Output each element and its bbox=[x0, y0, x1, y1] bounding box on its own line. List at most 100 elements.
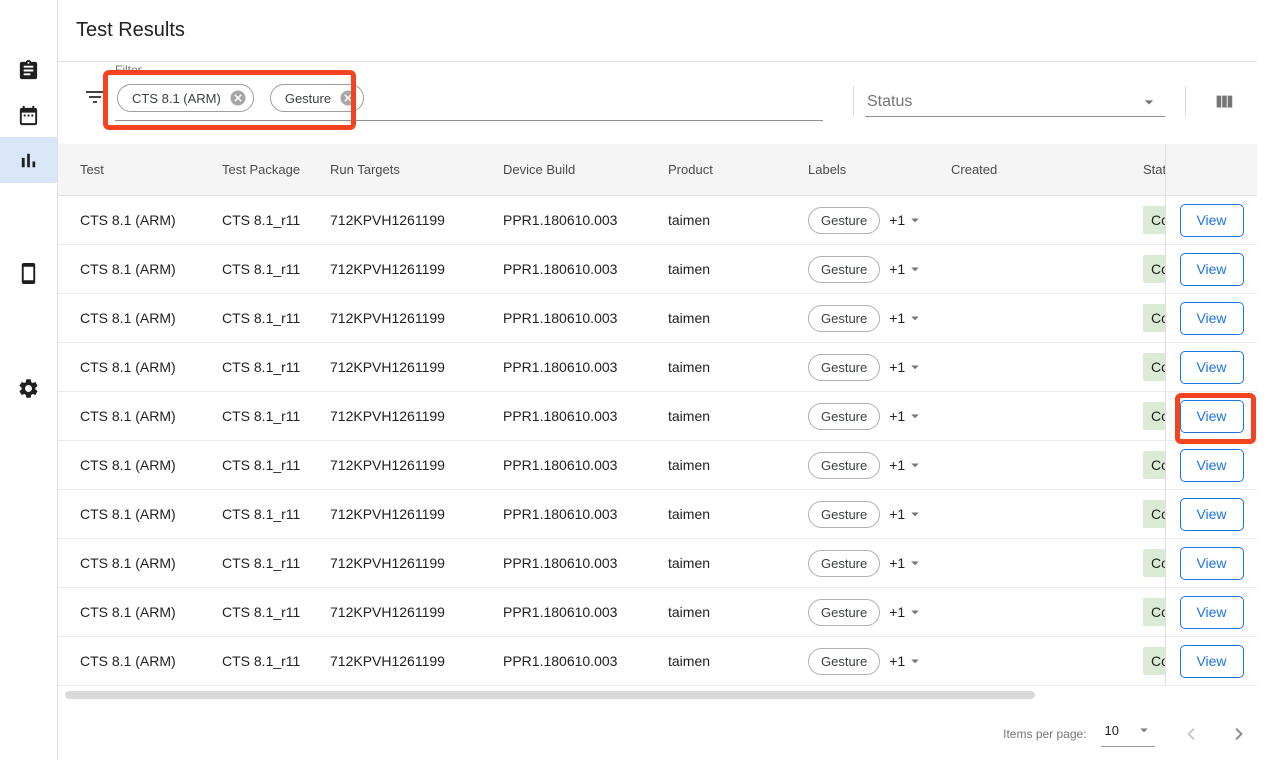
chevron-down-icon bbox=[906, 505, 924, 523]
cell-product: taimen bbox=[668, 653, 808, 669]
more-labels-dropdown[interactable]: +1 bbox=[889, 358, 924, 376]
cell-test: CTS 8.1 (ARM) bbox=[80, 408, 222, 424]
sidebar-item-settings[interactable] bbox=[0, 365, 57, 411]
view-columns-icon bbox=[1213, 91, 1235, 113]
items-per-page-value: 10 bbox=[1105, 723, 1119, 738]
status-chip: Completed bbox=[1143, 598, 1165, 626]
more-labels-dropdown[interactable]: +1 bbox=[889, 407, 924, 425]
view-button[interactable]: View bbox=[1180, 302, 1244, 335]
cell-run-targets: 712KPVH1261199 bbox=[330, 506, 503, 522]
more-labels-dropdown[interactable]: +1 bbox=[889, 505, 924, 523]
close-circle-icon[interactable] bbox=[229, 89, 247, 107]
label-chip: Gesture bbox=[808, 648, 880, 675]
smartphone-icon bbox=[17, 262, 40, 285]
next-page-button[interactable] bbox=[1227, 722, 1251, 746]
more-labels-dropdown[interactable]: +1 bbox=[889, 309, 924, 327]
horizontal-scrollbar[interactable] bbox=[65, 691, 1035, 699]
sidebar-item-devices[interactable] bbox=[0, 250, 57, 296]
filter-chip[interactable]: CTS 8.1 (ARM) bbox=[117, 84, 254, 112]
view-button[interactable]: View bbox=[1180, 498, 1244, 531]
chevron-down-icon bbox=[906, 456, 924, 474]
more-labels-dropdown[interactable]: +1 bbox=[889, 211, 924, 229]
cell-run-targets: 712KPVH1261199 bbox=[330, 457, 503, 473]
more-labels-count: +1 bbox=[889, 457, 905, 473]
filter-chips: CTS 8.1 (ARM) Gesture bbox=[117, 84, 364, 112]
calendar-icon bbox=[17, 104, 40, 127]
chevron-right-icon bbox=[1227, 722, 1251, 746]
close-circle-icon[interactable] bbox=[339, 89, 357, 107]
view-button[interactable]: View bbox=[1180, 253, 1244, 286]
cell-status: Completed bbox=[1143, 343, 1165, 391]
more-labels-dropdown[interactable]: +1 bbox=[889, 603, 924, 621]
items-per-page-select[interactable]: 10 bbox=[1101, 721, 1155, 747]
status-chip: Completed bbox=[1143, 451, 1165, 479]
more-labels-count: +1 bbox=[889, 359, 905, 375]
cell-product: taimen bbox=[668, 408, 808, 424]
cell-test-package: CTS 8.1_r11 bbox=[222, 359, 330, 375]
cell-device-build: PPR1.180610.003 bbox=[503, 359, 668, 375]
cell-actions: View bbox=[1165, 637, 1257, 685]
cell-run-targets: 712KPVH1261199 bbox=[330, 212, 503, 228]
filter-chip[interactable]: Gesture bbox=[270, 84, 364, 112]
cell-test: CTS 8.1 (ARM) bbox=[80, 310, 222, 326]
sidebar-item-test-results[interactable] bbox=[0, 137, 57, 183]
cell-test-package: CTS 8.1_r11 bbox=[222, 457, 330, 473]
table-row: CTS 8.1 (ARM) CTS 8.1_r11 712KPVH1261199… bbox=[58, 196, 1257, 245]
filter-chip-label: CTS 8.1 (ARM) bbox=[132, 91, 221, 106]
cell-test-package: CTS 8.1_r11 bbox=[222, 408, 330, 424]
status-chip: Completed bbox=[1143, 402, 1165, 430]
more-labels-count: +1 bbox=[889, 653, 905, 669]
view-button[interactable]: View bbox=[1180, 400, 1244, 433]
more-labels-dropdown[interactable]: +1 bbox=[889, 554, 924, 572]
column-header-product: Product bbox=[668, 162, 808, 177]
cell-status: Completed bbox=[1143, 637, 1165, 685]
more-labels-dropdown[interactable]: +1 bbox=[889, 260, 924, 278]
status-chip: Completed bbox=[1143, 647, 1165, 675]
view-button[interactable]: View bbox=[1180, 547, 1244, 580]
previous-page-button[interactable] bbox=[1179, 722, 1203, 746]
cell-test: CTS 8.1 (ARM) bbox=[80, 212, 222, 228]
cell-labels: Gesture +1 bbox=[808, 207, 951, 234]
status-filter-select[interactable]: Status bbox=[865, 88, 1165, 117]
cell-device-build: PPR1.180610.003 bbox=[503, 261, 668, 277]
label-chip: Gesture bbox=[808, 207, 880, 234]
cell-product: taimen bbox=[668, 310, 808, 326]
more-labels-dropdown[interactable]: +1 bbox=[889, 652, 924, 670]
label-chip: Gesture bbox=[808, 256, 880, 283]
cell-actions: View bbox=[1165, 196, 1257, 244]
cell-actions: View bbox=[1165, 392, 1257, 440]
filter-input[interactable] bbox=[115, 120, 823, 121]
chevron-down-icon bbox=[906, 260, 924, 278]
sidebar-item-test-plans[interactable] bbox=[0, 92, 57, 138]
cell-run-targets: 712KPVH1261199 bbox=[330, 653, 503, 669]
more-labels-count: +1 bbox=[889, 408, 905, 424]
cell-product: taimen bbox=[668, 555, 808, 571]
view-button[interactable]: View bbox=[1180, 596, 1244, 629]
label-chip: Gesture bbox=[808, 452, 880, 479]
filter-chip-label: Gesture bbox=[285, 91, 331, 106]
filter-list-icon[interactable] bbox=[83, 85, 107, 109]
column-header-device-build: Device Build bbox=[503, 162, 668, 177]
cell-product: taimen bbox=[668, 506, 808, 522]
table-row: CTS 8.1 (ARM) CTS 8.1_r11 712KPVH1261199… bbox=[58, 588, 1257, 637]
status-chip: Completed bbox=[1143, 255, 1165, 283]
table-header: Test Test Package Run Targets Device Bui… bbox=[58, 144, 1257, 196]
chevron-left-icon bbox=[1179, 722, 1203, 746]
column-header-run-targets: Run Targets bbox=[330, 162, 503, 177]
cell-test-package: CTS 8.1_r11 bbox=[222, 212, 330, 228]
view-button[interactable]: View bbox=[1180, 449, 1244, 482]
status-chip: Completed bbox=[1143, 206, 1165, 234]
label-chip: Gesture bbox=[808, 403, 880, 430]
cell-test-package: CTS 8.1_r11 bbox=[222, 604, 330, 620]
view-button[interactable]: View bbox=[1180, 351, 1244, 384]
cell-test-package: CTS 8.1_r11 bbox=[222, 653, 330, 669]
cell-test-package: CTS 8.1_r11 bbox=[222, 310, 330, 326]
table-row: CTS 8.1 (ARM) CTS 8.1_r11 712KPVH1261199… bbox=[58, 343, 1257, 392]
view-columns-button[interactable] bbox=[1213, 91, 1237, 115]
view-button[interactable]: View bbox=[1180, 204, 1244, 237]
chevron-down-icon bbox=[906, 652, 924, 670]
more-labels-dropdown[interactable]: +1 bbox=[889, 456, 924, 474]
cell-status: Completed bbox=[1143, 490, 1165, 538]
sidebar-item-test-runs[interactable] bbox=[0, 47, 57, 93]
view-button[interactable]: View bbox=[1180, 645, 1244, 678]
